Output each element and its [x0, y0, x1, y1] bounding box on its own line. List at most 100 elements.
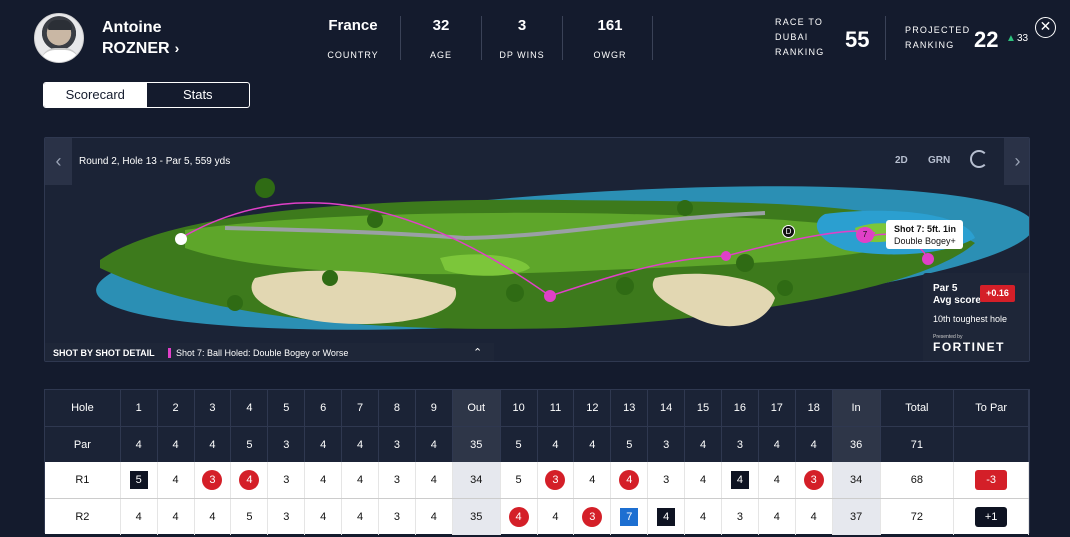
r1-value: 5 — [129, 471, 148, 489]
r1-value: 4 — [773, 474, 780, 486]
close-button[interactable]: ✕ — [1035, 17, 1056, 38]
chevron-up-icon[interactable]: ⌃ — [473, 343, 482, 361]
hole-stats-panel: Par 5 Avg score +0.16 10th toughest hole … — [923, 273, 1029, 361]
r1-cell-7: 4 — [342, 462, 379, 498]
shot-7-marker: 7 — [856, 227, 874, 243]
r2-value: 72 — [910, 511, 924, 523]
r1-value: 4 — [320, 474, 327, 486]
chevron-right-icon: › — [1014, 151, 1021, 171]
par-value: 4 — [320, 439, 327, 451]
par-cell-5: 3 — [268, 427, 306, 463]
holes-value: 2 — [172, 402, 179, 414]
shot-detail-bar[interactable]: SHOT BY SHOT DETAIL Shot 7: Ball Holed: … — [45, 343, 494, 361]
holes-cell-10: Out — [452, 390, 501, 426]
holes-cell-7: 7 — [342, 390, 379, 426]
player-name[interactable]: Antoine ROZNER › — [102, 17, 179, 59]
projected-ranking-value: 22 — [974, 27, 999, 52]
player-first-name: Antoine — [102, 19, 162, 36]
holes-value: 17 — [770, 402, 783, 414]
r2-value: 7 — [620, 508, 639, 526]
par-value: 4 — [773, 439, 780, 451]
par-cell-13: 4 — [574, 427, 612, 463]
holes-cell-3: 3 — [195, 390, 232, 426]
holes-cell-15: 14 — [648, 390, 686, 426]
holes-cell-5: 5 — [268, 390, 306, 426]
r2-cell-17: 3 — [722, 499, 759, 535]
holes-value: 18 — [807, 402, 820, 414]
par-value: 5 — [246, 439, 253, 451]
r1-value: 3 — [202, 470, 223, 490]
previous-hole-button[interactable]: ‹ — [45, 138, 72, 185]
reset-view-icon[interactable] — [970, 150, 988, 168]
r2-cell-5: 3 — [268, 499, 306, 535]
r1-value: 4 — [699, 474, 707, 486]
r1-value: 4 — [356, 474, 364, 486]
par-row: Par 4 4 4 5 3 4 4 3 4 35 5 4 4 5 3 4 3 4 4 36 71 — [45, 426, 1030, 463]
holes-value: 11 — [549, 402, 562, 414]
r2-cell-2: 4 — [158, 499, 195, 535]
round-1-row: R1 5 4 3 4 3 4 4 3 4 34 5 3 4 4 3 4 4 4 3 34 68 -3 — [45, 462, 1030, 498]
r1-cell-13: 4 — [574, 462, 612, 498]
race-to-dubai-label: RACE TO DUBAI RANKING — [775, 17, 825, 57]
r2-cell-12: 4 — [538, 499, 575, 535]
avg-score-badge: +0.16 — [980, 285, 1015, 302]
avg-score-label: Avg score — [933, 295, 981, 306]
tab-scorecard[interactable]: Scorecard — [44, 83, 147, 107]
view-2d-button[interactable]: 2D — [895, 155, 908, 166]
next-hole-button[interactable]: › — [1004, 138, 1029, 185]
scorecard-table: Hole 1 2 3 4 5 6 7 8 9 Out 10 11 12 13 14 15 16 17 18 In Tota… — [44, 389, 1030, 535]
holes-value: 14 — [660, 402, 673, 414]
chevron-right-icon: › — [174, 40, 180, 56]
par-cell-16: 4 — [685, 427, 722, 463]
r2-cell-21: 72 — [881, 499, 955, 535]
par-value: 4 — [552, 439, 559, 451]
par-cell-20: 36 — [832, 427, 881, 463]
r1-value: 3 — [803, 470, 824, 490]
holes-value: 5 — [283, 402, 290, 414]
r2-value: 4 — [699, 511, 707, 523]
r2-value: 4 — [773, 511, 780, 523]
r1-value: -3 — [975, 470, 1008, 490]
projected-movement: 33 — [1017, 33, 1029, 44]
holes-cell-9: 9 — [416, 390, 453, 426]
r2-cell-3: 4 — [195, 499, 232, 535]
par-value: Par — [73, 439, 91, 451]
r2-cell-8: 3 — [379, 499, 416, 535]
r1-value: 4 — [172, 474, 179, 486]
par-value: 35 — [470, 439, 483, 451]
holes-cell-6: 6 — [305, 390, 343, 426]
r2-cell-20: 37 — [832, 499, 881, 535]
par-cell-6: 4 — [305, 427, 343, 463]
r1-cell-14: 4 — [611, 462, 649, 498]
par-cell-10: 35 — [452, 427, 501, 463]
par-value: 4 — [589, 439, 596, 451]
r1-value: 4 — [430, 474, 437, 486]
r1-cell-4: 4 — [231, 462, 269, 498]
stat-age: 32 AGE — [429, 17, 452, 60]
par-value: 5 — [626, 439, 633, 451]
r1-value: 4 — [730, 471, 749, 489]
holes-cell-8: 8 — [379, 390, 416, 426]
hole-map — [96, 178, 1029, 330]
par-cell-0: Par — [45, 427, 121, 463]
r2-cell-14: 7 — [611, 499, 649, 535]
toughest-hole: 10th toughest hole — [933, 314, 1008, 324]
shot-callout: Shot 7: 5ft. 1in Double Bogey+ — [886, 220, 963, 249]
r2-cell-9: 4 — [416, 499, 453, 535]
r2-value: 4 — [209, 511, 216, 523]
view-green-button[interactable]: GRN — [928, 155, 950, 166]
r1-cell-15: 3 — [648, 462, 686, 498]
holes-cell-11: 10 — [501, 390, 538, 426]
tab-stats[interactable]: Stats — [147, 83, 250, 107]
r1-cell-5: 3 — [268, 462, 306, 498]
shot-color-marker — [168, 348, 171, 358]
r2-cell-11: 4 — [501, 499, 538, 535]
holes-cell-22: To Par — [954, 390, 1030, 426]
holes-value: 13 — [623, 402, 636, 414]
par-cell-2: 4 — [158, 427, 195, 463]
drive-marker: D — [782, 225, 795, 238]
holes-row: Hole 1 2 3 4 5 6 7 8 9 Out 10 11 12 13 14 15 16 17 18 In Tota… — [45, 390, 1030, 426]
r2-cell-10: 35 — [452, 499, 501, 535]
r2-cell-6: 4 — [305, 499, 343, 535]
holes-cell-19: 18 — [796, 390, 833, 426]
